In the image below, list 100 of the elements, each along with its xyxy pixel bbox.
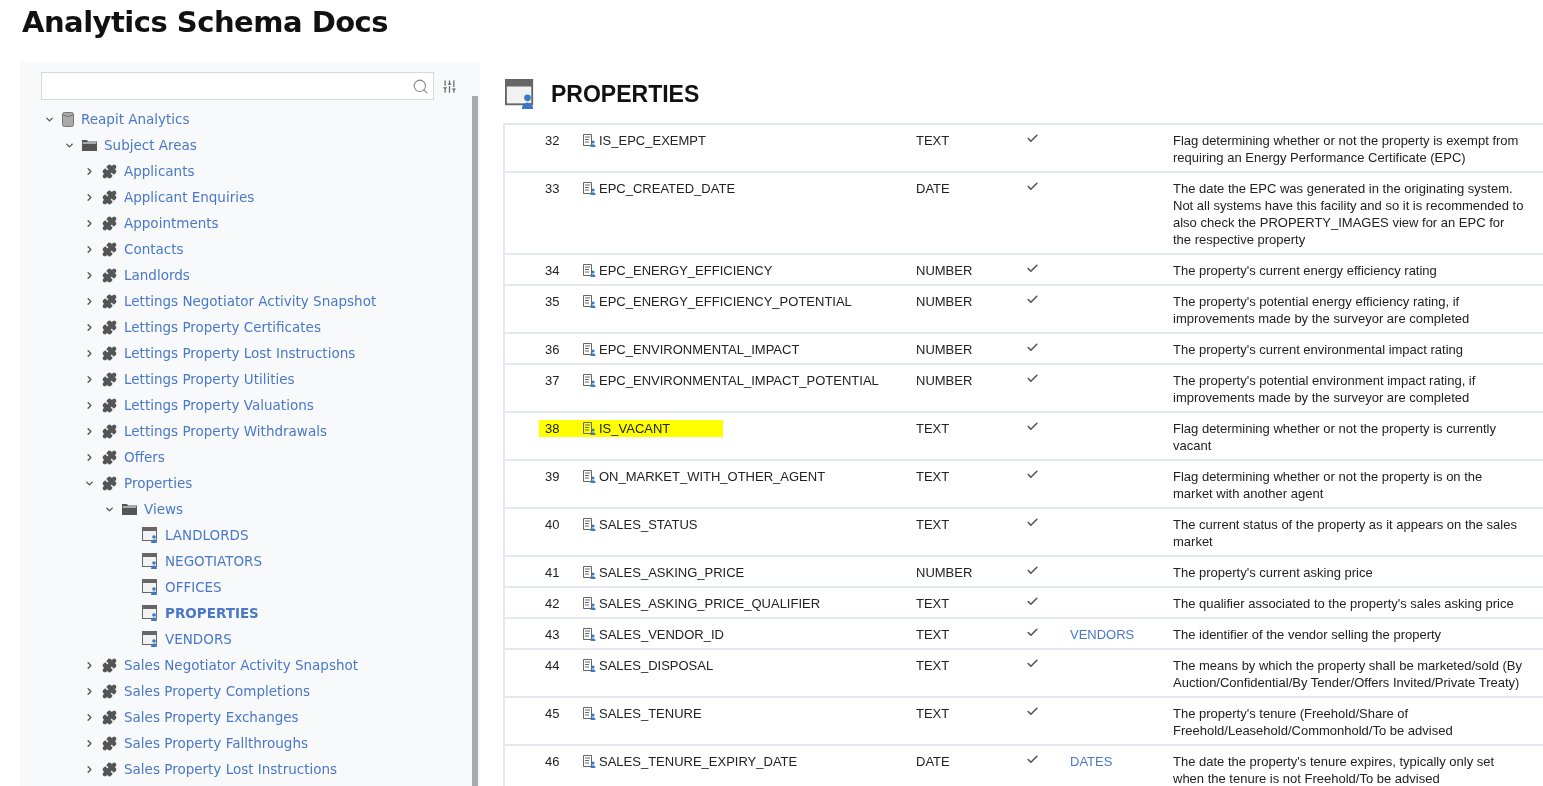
- tree-item[interactable]: Contacts: [124, 241, 184, 257]
- column-description: The identifier of the vendor selling the property: [1173, 626, 1443, 643]
- column-description: The current status of the property as it appears on the sales market: [1173, 516, 1518, 550]
- puzzle-icon: [102, 189, 117, 205]
- row-number: 46: [545, 753, 561, 770]
- filter-sliders-button[interactable]: [442, 78, 457, 94]
- row-number: 34: [545, 262, 561, 279]
- column-user-icon: [583, 707, 596, 720]
- table-user-icon: [142, 605, 158, 621]
- column-user-icon: [583, 182, 596, 195]
- column-description: The property's current energy efficiency rating: [1173, 262, 1438, 279]
- search-field[interactable]: [41, 72, 434, 100]
- puzzle-icon: [102, 163, 117, 179]
- data-type: NUMBER: [916, 293, 974, 310]
- column-name: SALES_ASKING_PRICE: [599, 564, 745, 581]
- row-number: 37: [545, 372, 561, 389]
- column-name: EPC_CREATED_DATE: [599, 180, 736, 197]
- column-name: SALES_VENDOR_ID: [599, 626, 724, 643]
- tree-item[interactable]: VENDORS: [165, 631, 232, 647]
- column-name: SALES_TENURE_EXPIRY_DATE: [599, 753, 798, 770]
- data-type: DATE: [916, 180, 951, 197]
- search-icon: [412, 77, 429, 95]
- data-type: TEXT: [916, 595, 951, 612]
- tree-item[interactable]: Offers: [124, 449, 165, 465]
- tree-item[interactable]: Lettings Negotiator Activity Snapshot: [124, 293, 377, 309]
- view-title: PROPERTIES: [551, 80, 700, 108]
- row-number: 41: [545, 564, 561, 581]
- row-number: 39: [545, 468, 561, 485]
- puzzle-icon: [102, 241, 117, 257]
- tree-item[interactable]: Applicants: [124, 163, 195, 179]
- tree-item[interactable]: Lettings Property Lost Instructions: [124, 345, 356, 361]
- data-type: TEXT: [916, 420, 951, 437]
- tree-item[interactable]: Views: [144, 501, 184, 517]
- data-type: NUMBER: [916, 262, 974, 279]
- tree-item[interactable]: Subject Areas: [104, 137, 197, 153]
- column-name: EPC_ENVIRONMENTAL_IMPACT_POTENTIAL: [599, 372, 879, 389]
- tree-item[interactable]: PROPERTIES: [165, 605, 259, 621]
- column-user-icon: [583, 659, 596, 672]
- tree-item[interactable]: LANDLORDS: [165, 527, 249, 543]
- table-user-icon: [142, 527, 158, 543]
- tree-item[interactable]: Appointments: [124, 215, 219, 231]
- tree-item[interactable]: Lettings Property Utilities: [124, 371, 295, 387]
- column-name: SALES_DISPOSAL: [599, 657, 714, 674]
- data-type: TEXT: [916, 516, 951, 533]
- puzzle-icon: [102, 683, 117, 699]
- table-user-icon: [142, 579, 158, 595]
- tree-item[interactable]: Properties: [124, 475, 193, 491]
- scrollbar[interactable]: [472, 96, 478, 786]
- column-user-icon: [583, 597, 596, 610]
- column-description: The qualifier associated to the property's sales asking price: [1173, 595, 1515, 612]
- puzzle-icon: [102, 397, 117, 413]
- column-user-icon: [583, 134, 596, 147]
- column-description: The property's potential environment impact rating, if improvements made by the surveyor are completed: [1173, 372, 1477, 406]
- puzzle-icon: [102, 345, 117, 361]
- column-name: IS_VACANT: [599, 420, 671, 437]
- reference-link[interactable]: DATES: [1070, 753, 1173, 770]
- column-user-icon: [583, 295, 596, 308]
- reference-link[interactable]: VENDORS: [1070, 626, 1173, 643]
- column-description: The property's potential energy efficiency rating, if improvements made by the surveyor are completed: [1173, 293, 1471, 327]
- tree-item[interactable]: Sales Negotiator Activity Snapshot: [124, 657, 359, 673]
- tree-item[interactable]: Lettings Property Certificates: [124, 319, 321, 335]
- puzzle-icon: [102, 423, 117, 439]
- row-number: 33: [545, 180, 561, 197]
- puzzle-icon: [102, 319, 117, 335]
- column-user-icon: [583, 374, 596, 387]
- column-name: SALES_ASKING_PRICE_QUALIFIER: [599, 595, 821, 612]
- column-description: The property's current environmental impact rating: [1173, 341, 1465, 358]
- tree-item[interactable]: NEGOTIATORS: [165, 553, 262, 569]
- tree-item[interactable]: Reapit Analytics: [81, 111, 190, 127]
- tree-item[interactable]: Sales Property Lost Instructions: [124, 761, 338, 777]
- table-user-icon: [505, 79, 535, 109]
- folder-icon: [82, 139, 97, 151]
- column-name: EPC_ENERGY_EFFICIENCY_POTENTIAL: [599, 293, 852, 310]
- column-name: SALES_TENURE: [599, 705, 702, 722]
- tree-item[interactable]: Sales Property Fallthroughs: [124, 735, 309, 751]
- column-user-icon: [583, 422, 596, 435]
- tree-item[interactable]: Landlords: [124, 267, 190, 283]
- tree-item[interactable]: Sales Property Exchanges: [124, 709, 299, 725]
- column-description: The property's tenure (Freehold/Share of Freehold/Leasehold/Commonhold/To be advised: [1173, 705, 1454, 739]
- puzzle-icon: [102, 267, 117, 283]
- table-user-icon: [142, 631, 158, 647]
- column-description: The date the EPC was generated in the originating system. Not all systems have this facility and so it is recommended to also check the PROPERTY_IMAGES view for an EPC for the respective property: [1173, 180, 1525, 248]
- tree-item[interactable]: Sales Property Completions: [124, 683, 310, 699]
- data-type: DATE: [916, 753, 951, 770]
- tree-item[interactable]: Applicant Enquiries: [124, 189, 255, 205]
- folder-icon: [122, 503, 137, 515]
- tree-item[interactable]: OFFICES: [165, 579, 222, 595]
- row-number: 45: [545, 705, 561, 722]
- column-user-icon: [583, 566, 596, 579]
- tree-item[interactable]: Lettings Property Valuations: [124, 397, 314, 413]
- data-type: TEXT: [916, 626, 951, 643]
- puzzle-icon: [102, 475, 117, 491]
- puzzle-icon: [102, 735, 117, 751]
- row-number: 35: [545, 293, 561, 310]
- puzzle-icon: [102, 215, 117, 231]
- puzzle-icon: [102, 371, 117, 387]
- column-user-icon: [583, 628, 596, 641]
- data-type: NUMBER: [916, 341, 974, 358]
- tree-item[interactable]: Lettings Property Withdrawals: [124, 423, 327, 439]
- row-number: 40: [545, 516, 561, 533]
